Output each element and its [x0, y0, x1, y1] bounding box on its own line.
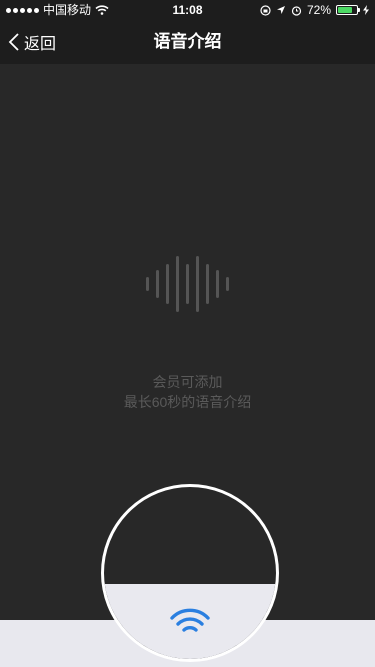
- orientation-lock-icon: [260, 4, 271, 16]
- voice-wave-icon: [0, 254, 375, 314]
- page-title: 语音介绍: [153, 32, 222, 51]
- voice-record-icon[interactable]: [169, 607, 211, 637]
- hint-line-2: 最长60秒的语音介绍: [123, 394, 252, 410]
- battery-icon: [336, 5, 360, 15]
- hint-line-1: 会员可添加: [152, 374, 223, 390]
- hint-text: 会员可添加 最长60秒的语音介绍: [0, 372, 375, 412]
- status-bar: 中国移动 11:08 72%: [0, 0, 375, 20]
- alarm-icon: [291, 5, 302, 16]
- status-right: 72%: [260, 0, 369, 20]
- navigation-bar: 返回 语音介绍: [0, 20, 375, 64]
- battery-percent: 72%: [306, 3, 331, 17]
- charging-icon: [363, 5, 369, 15]
- magnifier-highlight: [101, 484, 279, 662]
- location-icon: [276, 6, 285, 14]
